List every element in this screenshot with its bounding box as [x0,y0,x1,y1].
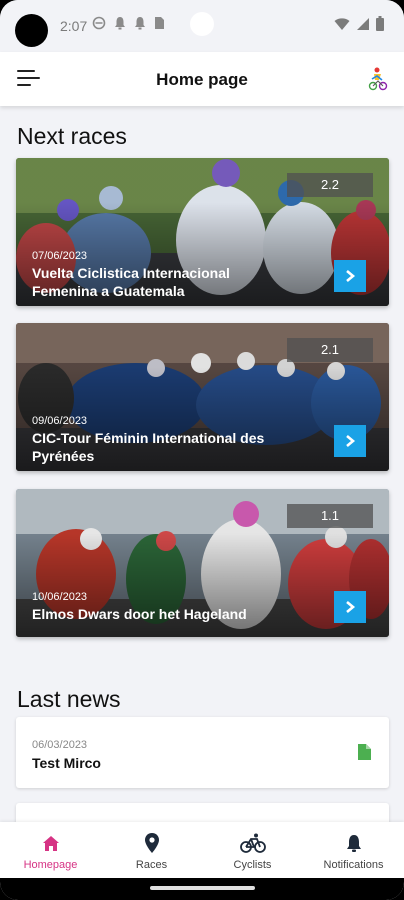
sim-card-icon [155,17,164,29]
race-class-badge: 2.2 [287,173,373,197]
status-time: 2:07 [60,18,88,34]
map-pin-icon [144,833,159,853]
app-bar: Home page [0,52,404,106]
page-title: Home page [156,70,248,89]
bell-icon [346,834,361,852]
notification-bell-icon [115,17,125,30]
nav-label: Cyclists [233,859,272,871]
bicycle-icon [239,833,266,853]
nav-label: Notifications [323,859,384,871]
chevron-right-icon [346,435,356,447]
document-icon [358,744,371,760]
race-card[interactable]: 2.2 07/06/2023 Vuelta Ciclistica Interna… [16,158,389,306]
next-races-heading: Next races [17,123,127,149]
race-card[interactable]: 1.1 10/06/2023 Elmos Dwars door het Hage… [16,489,389,637]
race-card[interactable]: 2.1 09/06/2023 CIC-Tour Féminin Internat… [16,323,389,471]
cycling-logo-icon[interactable] [368,66,388,92]
news-card[interactable]: 06/03/2023 Test Mirco [16,717,389,788]
signal-icon [357,17,369,30]
app-screen: 2:07 Home page Next races 2.2 07/06/2023… [0,0,404,900]
race-date: 09/06/2023 [32,415,88,427]
nav-item-notifications[interactable]: Notifications [303,822,404,878]
vpn-icon [92,16,106,30]
bottom-navigation: Homepage Races Cyclists Notifications [0,822,404,878]
front-sensor [190,12,214,36]
status-icons [92,16,165,30]
chevron-right-icon [346,601,356,613]
nav-item-homepage[interactable]: Homepage [0,822,101,878]
home-icon [42,835,59,851]
home-indicator[interactable] [150,886,255,890]
race-class-badge: 2.1 [287,338,373,362]
wifi-icon [334,17,350,30]
camera-cutout [15,14,48,47]
nav-item-races[interactable]: Races [101,822,202,878]
last-news-heading: Last news [17,686,121,712]
race-date: 10/06/2023 [32,591,88,603]
race-name: CIC-Tour Féminin International des Pyrén… [32,430,265,464]
race-date: 07/06/2023 [32,250,88,262]
open-race-button[interactable] [334,591,366,623]
news-title: Test Mirco [32,755,101,771]
race-name: Vuelta Ciclistica Internacional Femenina… [32,265,230,299]
race-name: Elmos Dwars door het Hageland [32,606,247,622]
nav-item-cyclists[interactable]: Cyclists [202,822,303,878]
battery-icon [376,16,384,31]
open-race-button[interactable] [334,260,366,292]
gesture-bar [0,878,404,900]
open-race-button[interactable] [334,425,366,457]
chevron-right-icon [346,270,356,282]
news-date: 06/03/2023 [32,739,88,751]
nav-label: Homepage [23,859,78,871]
notification-bell-icon [135,17,145,30]
status-bar: 2:07 [0,0,404,52]
nav-label: Races [135,859,168,871]
race-class-badge: 1.1 [287,504,373,528]
status-right-icons [334,16,384,31]
